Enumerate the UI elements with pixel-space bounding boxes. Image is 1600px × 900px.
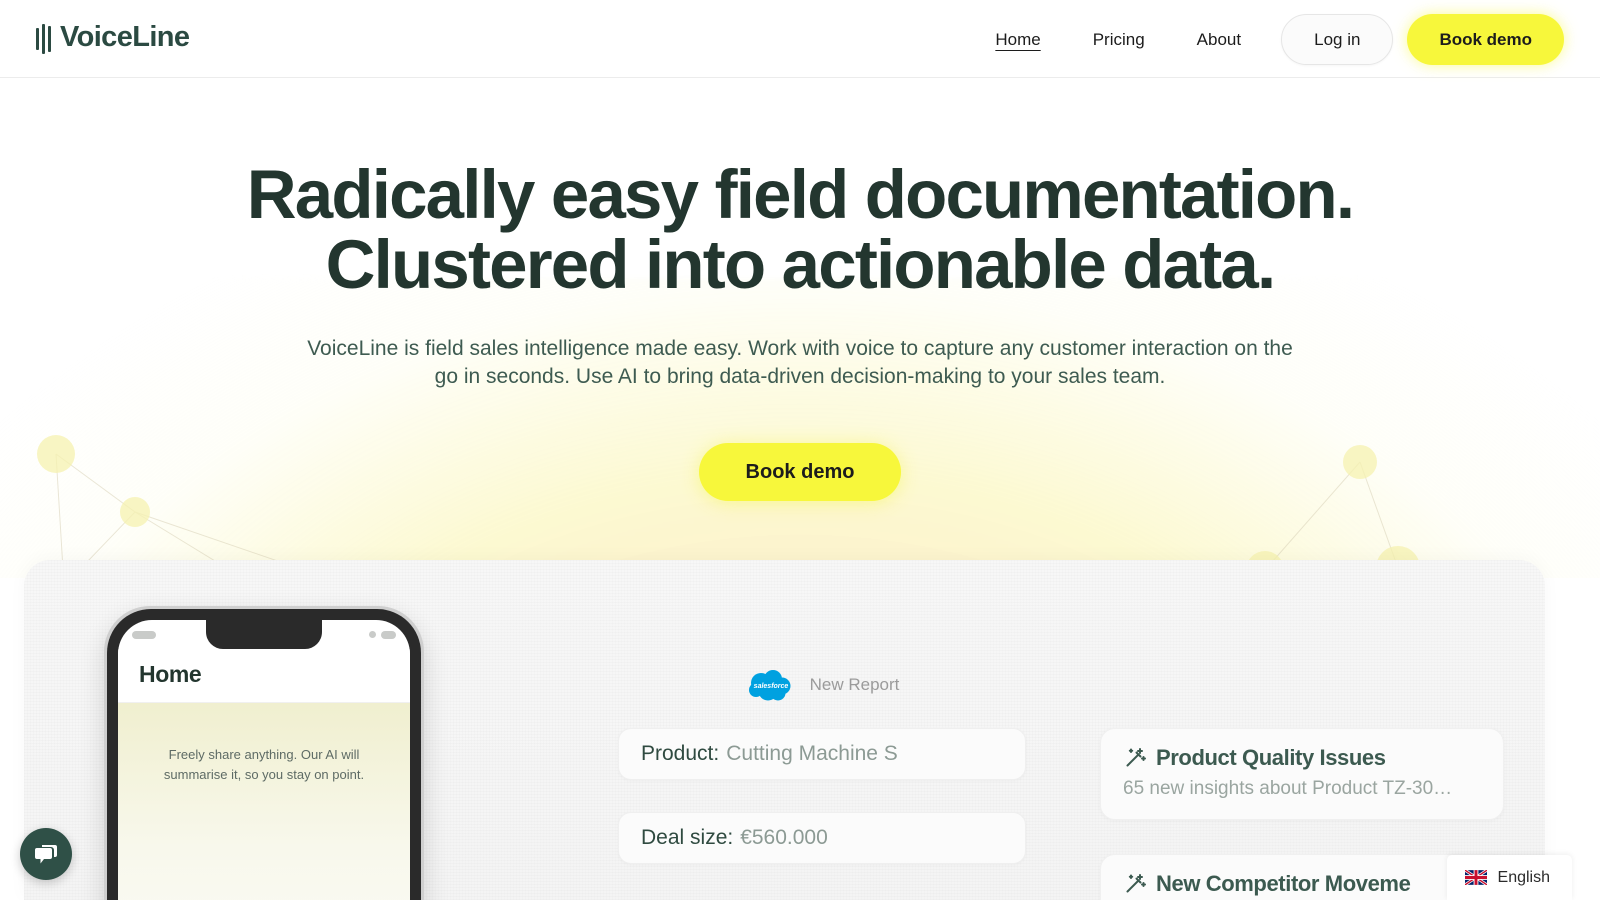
- insight-card[interactable]: Product Quality Issues 65 new insights a…: [1100, 728, 1504, 820]
- phone-content-area: Freely share anything. Our AI will summa…: [118, 703, 410, 900]
- report-header-label: New Report: [809, 675, 900, 694]
- report-field-deal-size[interactable]: Deal size: €560.000: [618, 812, 1026, 864]
- nav-item-pricing[interactable]: Pricing: [1067, 15, 1171, 65]
- headline-line-2: Clustered into actionable data.: [325, 226, 1277, 304]
- magic-wand-icon: [1126, 874, 1146, 893]
- chat-bubble-icon: [35, 845, 57, 864]
- phone-notch: [206, 620, 322, 649]
- status-signal-icon: [369, 631, 376, 638]
- brand-name: VoiceLine: [60, 21, 190, 53]
- insight-title-row: New Competitor Moveme: [1123, 871, 1481, 897]
- language-selector[interactable]: English: [1446, 855, 1572, 900]
- report-column: salesforce New Report Product: Cutting M…: [618, 668, 1026, 896]
- phone-hint-text: Freely share anything. Our AI will summa…: [163, 747, 365, 782]
- language-label: English: [1497, 868, 1550, 886]
- nav-item-home[interactable]: Home: [969, 15, 1066, 65]
- login-button[interactable]: Log in: [1281, 14, 1394, 65]
- headline-line-1: Radically easy field documentation.: [246, 156, 1355, 233]
- nav-item-about[interactable]: About: [1171, 15, 1267, 65]
- page-title: Radically easy field documentation. Clus…: [0, 156, 1600, 304]
- hero-section: Radically easy field documentation. Clus…: [0, 78, 1600, 501]
- phone-mockup: Home Freely share anything. Our AI will …: [104, 606, 424, 900]
- report-header: salesforce New Report: [618, 668, 1026, 702]
- insights-column: Product Quality Issues 65 new insights a…: [1100, 728, 1504, 900]
- report-field-product[interactable]: Product: Cutting Machine S: [618, 728, 1026, 780]
- status-battery-icon: [381, 630, 396, 639]
- status-indicators: [369, 630, 396, 639]
- insight-card[interactable]: New Competitor Moveme: [1100, 854, 1504, 900]
- book-demo-button-header[interactable]: Book demo: [1407, 14, 1564, 65]
- site-header: VoiceLine Home Pricing About Log in Book…: [0, 0, 1600, 78]
- chat-widget-button[interactable]: [20, 828, 72, 880]
- brand-logo[interactable]: VoiceLine: [36, 20, 190, 54]
- status-carrier-icon: [132, 630, 156, 639]
- book-demo-button-hero[interactable]: Book demo: [698, 443, 902, 501]
- phone-screen: Home Freely share anything. Our AI will …: [118, 620, 410, 900]
- insight-subtitle: 65 new insights about Product TZ-30…: [1123, 778, 1453, 799]
- field-value: Cutting Machine S: [726, 742, 898, 765]
- hero-subtitle: VoiceLine is field sales intelligence ma…: [307, 336, 1293, 388]
- insight-title: Product Quality Issues: [1156, 745, 1386, 770]
- field-label: Product:: [641, 742, 720, 765]
- phone-page-title: Home: [118, 649, 410, 703]
- salesforce-cloud-icon: salesforce: [748, 670, 791, 701]
- magic-wand-icon: [1126, 748, 1146, 767]
- svg-text:salesforce: salesforce: [753, 683, 788, 690]
- field-value: €560.000: [740, 826, 828, 849]
- waveform-icon: [36, 20, 51, 54]
- landing-page: VoiceLine Home Pricing About Log in Book…: [0, 0, 1600, 900]
- uk-flag-icon: [1464, 870, 1487, 885]
- main-nav: Home Pricing About Log in Book demo: [969, 14, 1564, 65]
- insight-title: New Competitor Moveme: [1156, 871, 1411, 896]
- insight-title-row: Product Quality Issues: [1123, 745, 1481, 771]
- phone-frame: Home Freely share anything. Our AI will …: [107, 609, 421, 900]
- field-label: Deal size:: [641, 826, 734, 849]
- product-showcase-panel: Home Freely share anything. Our AI will …: [24, 560, 1545, 900]
